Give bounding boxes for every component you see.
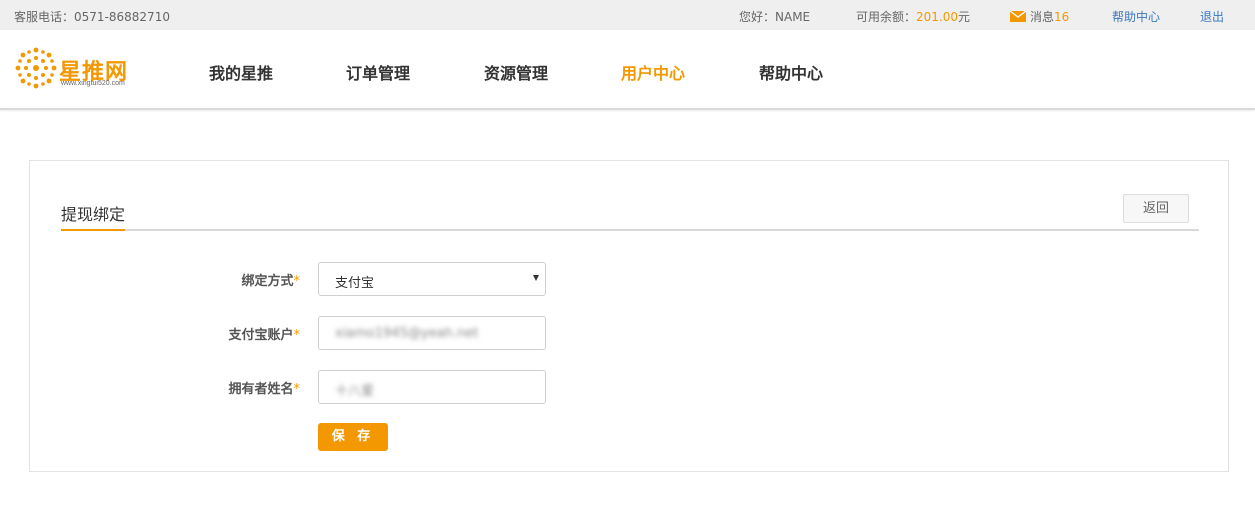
service-phone-number: 0571-86882710 — [74, 10, 170, 24]
panel-title: 提现绑定 — [61, 205, 126, 224]
title-divider — [61, 229, 1199, 231]
alipay-account-label: 支付宝账户* — [30, 324, 300, 343]
top-utility-bar: 客服电话：0571-86882710 您好：NAME 可用余额：201.00元 … — [0, 0, 1255, 30]
service-phone-label: 客服电话： — [14, 10, 75, 24]
mail-icon — [1010, 11, 1026, 22]
balance-amount: 201.00 — [916, 10, 959, 24]
balance-unit: 元 — [958, 10, 971, 24]
required-mark: * — [293, 328, 301, 343]
caret-down-icon — [533, 275, 539, 281]
account-balance: 可用余额：201.00元 — [856, 8, 970, 25]
bind-method-label: 绑定方式* — [30, 270, 300, 289]
owner-name-value: 十八爱 — [335, 384, 375, 399]
user-greeting: 您好：NAME — [739, 8, 810, 25]
required-mark: * — [293, 382, 301, 397]
nav-my-xingtui[interactable]: 我的星推 — [209, 60, 273, 84]
title-active-underline — [61, 229, 125, 231]
logo-sun-icon — [15, 47, 57, 89]
nav-user-center[interactable]: 用户中心 — [621, 60, 685, 84]
messages-link[interactable]: 消息16 — [1010, 8, 1069, 25]
bind-method-select[interactable]: 支付宝 — [318, 262, 546, 296]
required-mark: * — [293, 274, 301, 289]
main-header: 星推网 www.xingtui520.com 我的星推 订单管理 资源管理 用户… — [0, 30, 1255, 110]
withdraw-binding-panel: 提现绑定 返回 绑定方式* 支付宝 支付宝账户* xiamo1945@yeah.… — [29, 160, 1229, 472]
site-logo[interactable]: 星推网 www.xingtui520.com — [14, 46, 144, 94]
back-button[interactable]: 返回 — [1123, 194, 1189, 223]
bind-method-label-text: 绑定方式 — [241, 274, 294, 289]
service-phone: 客服电话：0571-86882710 — [14, 8, 170, 25]
messages-label: 消息 — [1030, 10, 1055, 24]
owner-name-label: 拥有者姓名* — [30, 378, 300, 397]
messages-count: 16 — [1054, 10, 1070, 24]
topbar-help-link[interactable]: 帮助中心 — [1112, 8, 1160, 25]
logo-url-text: www.xingtui520.com — [61, 80, 125, 87]
save-button[interactable]: 保 存 — [318, 423, 388, 451]
bind-method-value: 支付宝 — [335, 276, 375, 291]
alipay-account-value: xiamo1945@yeah.net — [335, 326, 479, 341]
logout-link[interactable]: 退出 — [1200, 8, 1224, 25]
alipay-account-input[interactable]: xiamo1945@yeah.net — [318, 316, 546, 350]
nav-help-center[interactable]: 帮助中心 — [759, 60, 823, 84]
alipay-account-label-text: 支付宝账户 — [228, 328, 294, 343]
owner-name-label-text: 拥有者姓名 — [228, 382, 294, 397]
nav-resource-management[interactable]: 资源管理 — [484, 60, 548, 84]
owner-name-input[interactable]: 十八爱 — [318, 370, 546, 404]
user-name: NAME — [775, 10, 811, 24]
balance-label: 可用余额： — [856, 10, 917, 24]
nav-order-management[interactable]: 订单管理 — [346, 60, 410, 84]
greeting-label: 您好： — [739, 10, 776, 24]
